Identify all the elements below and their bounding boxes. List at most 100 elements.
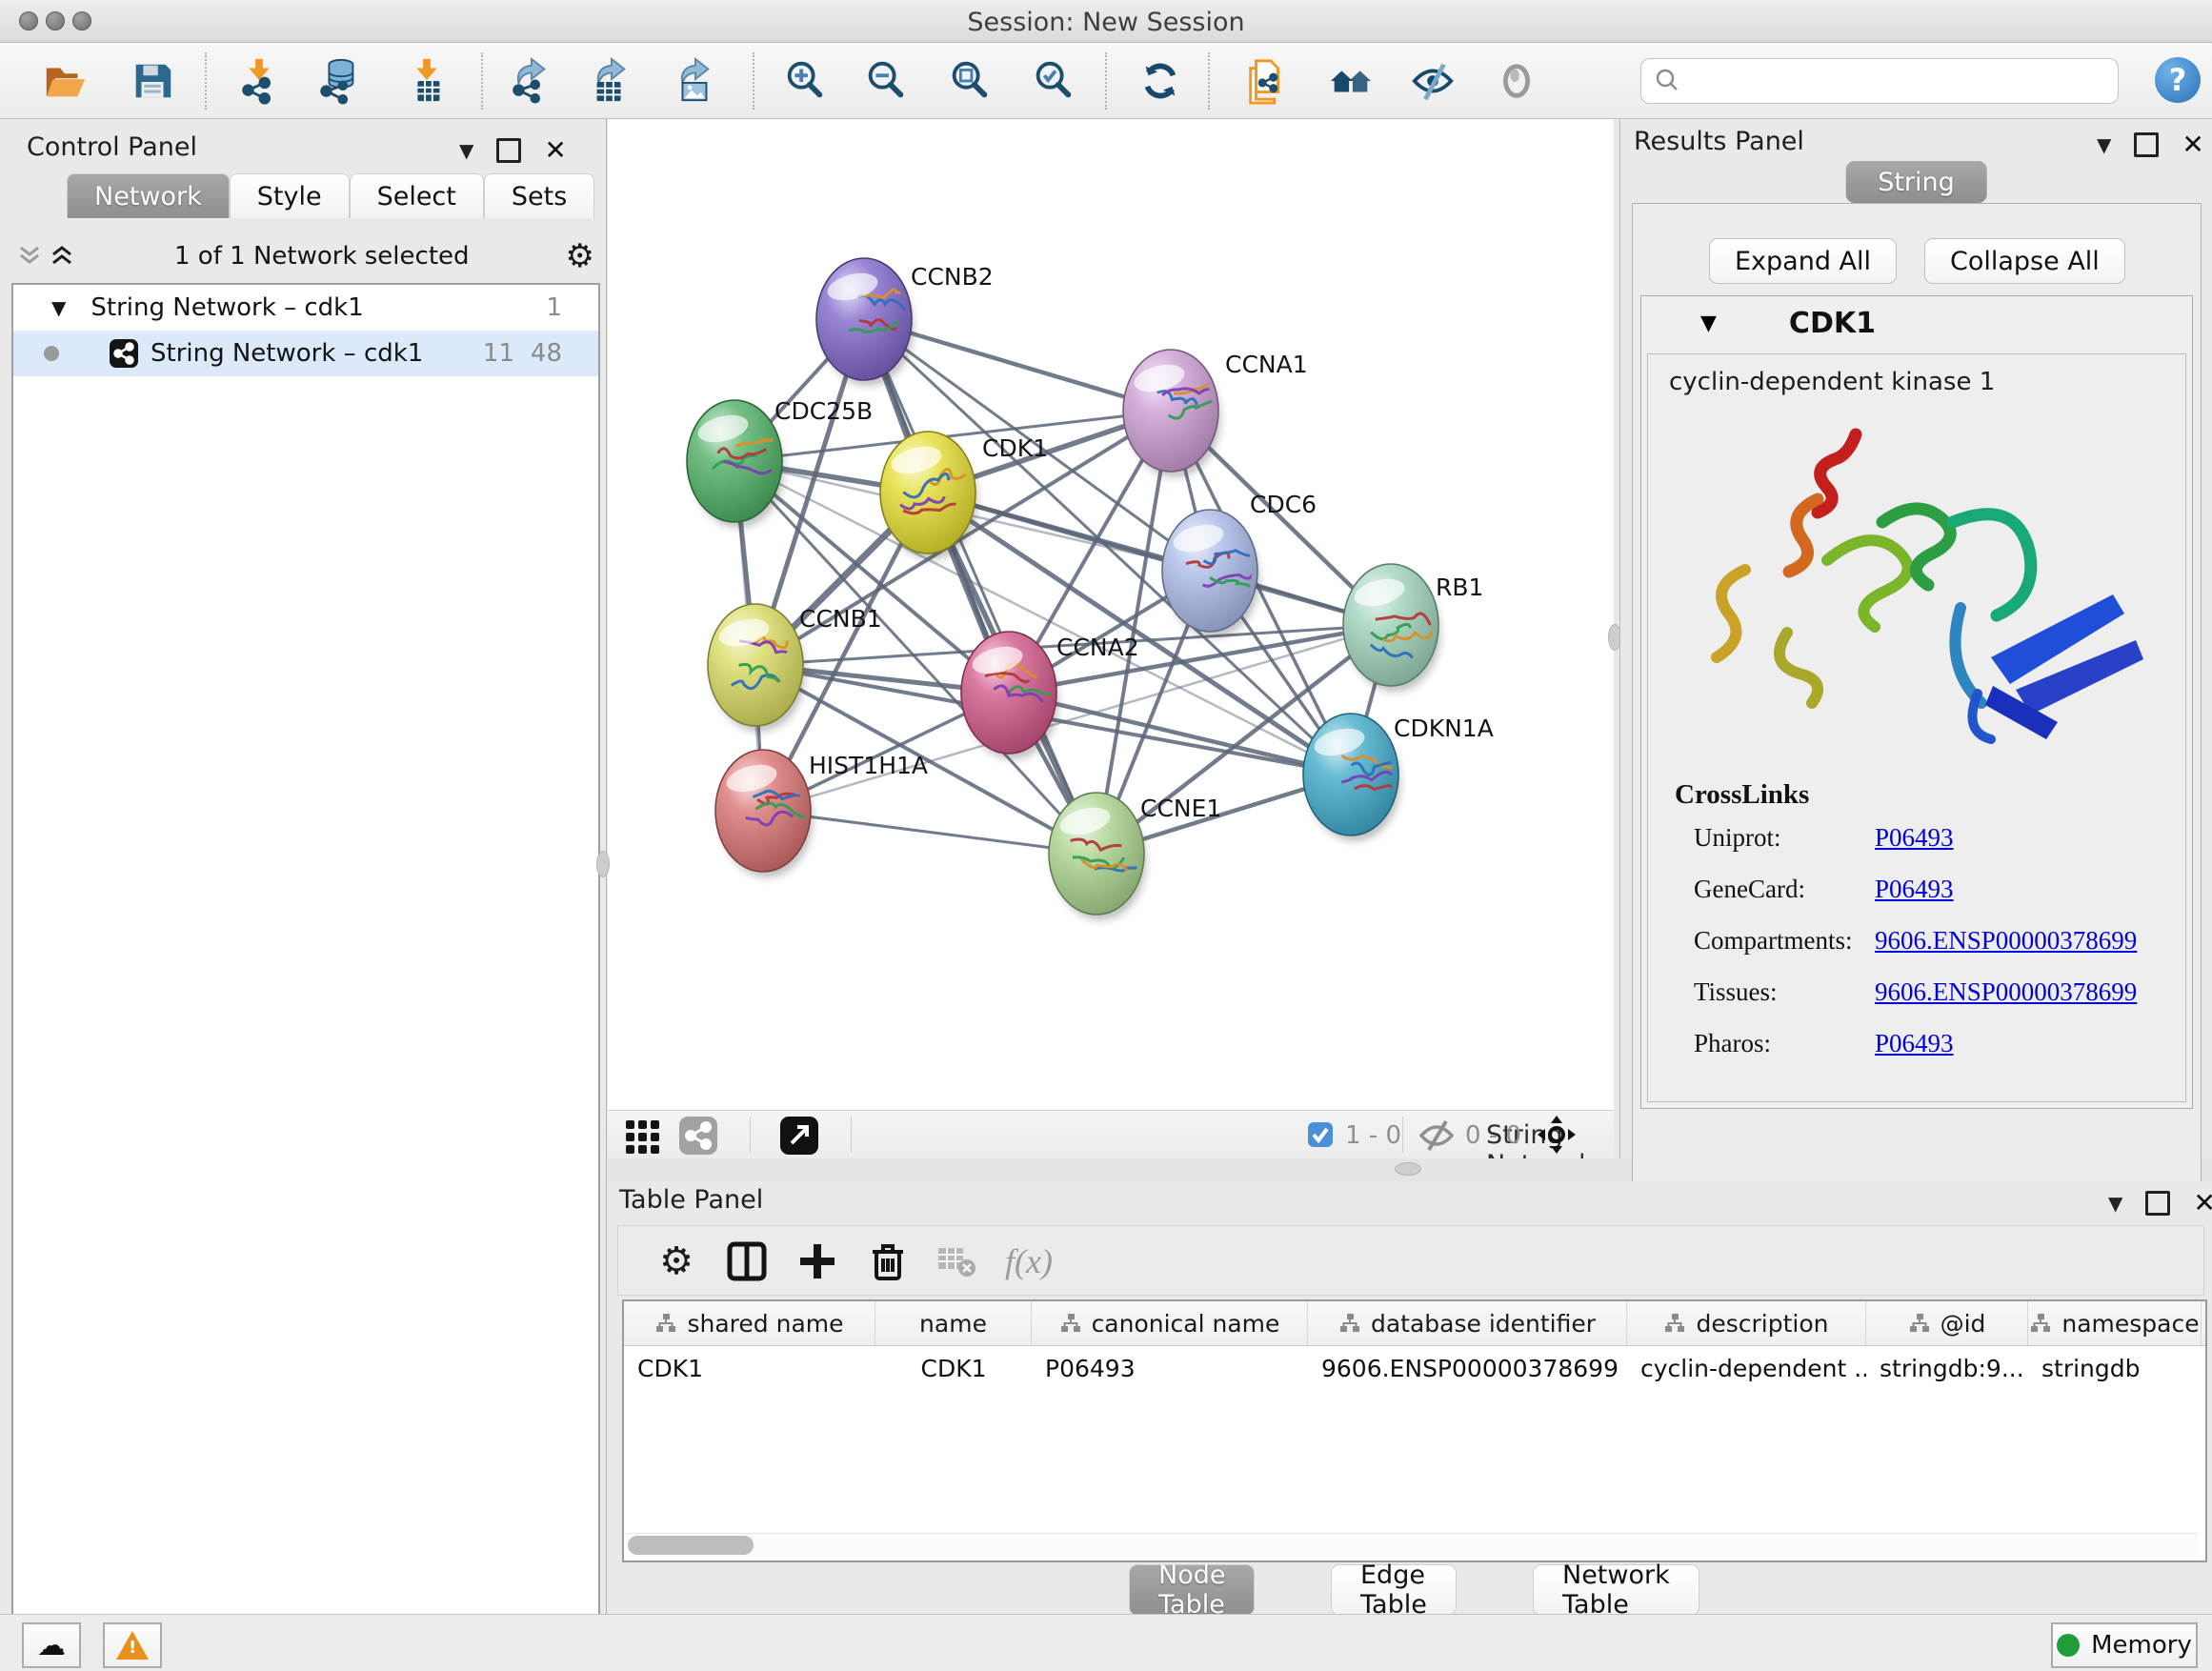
- graph-node-CCNA2[interactable]: [961, 632, 1059, 759]
- table-horizontal-scrollbar[interactable]: [626, 1533, 2198, 1557]
- show-all-icon[interactable]: [1492, 56, 1541, 106]
- network-collection-row[interactable]: ▼ String Network – cdk1 1: [13, 285, 598, 331]
- zoom-selected-icon[interactable]: [1029, 56, 1078, 106]
- panel-menu-icon[interactable]: ▼: [2108, 1192, 2122, 1215]
- float-panel-icon[interactable]: [496, 138, 521, 163]
- birds-eye-view-icon[interactable]: [624, 1117, 662, 1158]
- graph-node-HIST1H1A[interactable]: [715, 750, 813, 877]
- graph-node-CCNE1[interactable]: [1049, 793, 1146, 920]
- crosslink-link[interactable]: P06493: [1875, 823, 1954, 852]
- tab-node-table[interactable]: Node Table: [1129, 1564, 1255, 1616]
- help-icon[interactable]: ?: [2155, 57, 2201, 103]
- open-session-icon[interactable]: [40, 56, 90, 106]
- crosslink-link[interactable]: P06493: [1875, 1029, 1954, 1057]
- delete-column-icon[interactable]: [862, 1236, 914, 1287]
- graph-node-CDK1[interactable]: [880, 432, 977, 559]
- expand-all-icon[interactable]: [46, 242, 78, 271]
- zoom-out-icon[interactable]: [861, 56, 911, 106]
- import-network-icon[interactable]: [234, 56, 284, 106]
- network-options-gear-icon[interactable]: ⚙: [566, 237, 594, 275]
- graph-node-CCNA1[interactable]: [1123, 350, 1228, 477]
- network-overview-icon[interactable]: [678, 1116, 718, 1159]
- network-canvas[interactable]: CCNB2CCNA1CDC25BCDK1CDC6RB1CCNB1CCNA2CDK…: [608, 119, 1614, 1110]
- cloud-status-button[interactable]: ☁: [22, 1622, 81, 1668]
- first-neighbors-icon[interactable]: [1326, 56, 1376, 106]
- tab-network[interactable]: Network: [67, 173, 230, 218]
- column-header-id[interactable]: @id: [1866, 1301, 2028, 1345]
- column-header-canonicalname[interactable]: canonical name: [1032, 1301, 1308, 1345]
- horizontal-splitter-handle[interactable]: [1395, 1162, 1421, 1176]
- collapse-all-button[interactable]: Collapse All: [1924, 238, 2125, 284]
- table-cell[interactable]: P06493: [1032, 1346, 1308, 1390]
- scrollbar-thumb[interactable]: [628, 1536, 754, 1555]
- tab-style[interactable]: Style: [230, 173, 350, 218]
- refresh-icon[interactable]: [1136, 56, 1185, 106]
- function-builder-icon[interactable]: f(x): [1003, 1236, 1055, 1287]
- graph-node-CCNB1[interactable]: [708, 604, 805, 732]
- panel-menu-icon[interactable]: ▼: [459, 139, 473, 162]
- table-cell[interactable]: CDK1: [875, 1346, 1032, 1390]
- graph-node-RB1[interactable]: [1343, 564, 1440, 692]
- crosslink-link[interactable]: 9606.ENSP00000378699: [1875, 977, 2137, 1006]
- column-header-description[interactable]: description: [1627, 1301, 1866, 1345]
- open-in-new-window-icon[interactable]: [779, 1116, 819, 1159]
- close-panel-icon[interactable]: ✕: [2182, 129, 2203, 160]
- hide-selected-icon[interactable]: [1408, 56, 1458, 106]
- network-row[interactable]: String Network – cdk1 11 48: [13, 331, 598, 376]
- search-box[interactable]: [1640, 58, 2119, 104]
- table-row[interactable]: CDK1CDK1P064939606.ENSP00000378699cyclin…: [624, 1346, 2205, 1390]
- warnings-button[interactable]: !: [103, 1622, 162, 1668]
- crosslink-link[interactable]: 9606.ENSP00000378699: [1875, 926, 2137, 955]
- zoom-fit-icon[interactable]: [945, 56, 995, 106]
- tab-string[interactable]: String: [1845, 161, 1987, 203]
- graph-node-CDKN1A[interactable]: [1303, 714, 1408, 841]
- column-header-name[interactable]: name: [875, 1301, 1032, 1345]
- crosslink-link[interactable]: P06493: [1875, 875, 1954, 903]
- export-image-icon[interactable]: [669, 56, 718, 106]
- export-table-icon[interactable]: [585, 56, 634, 106]
- table-cell[interactable]: CDK1: [624, 1346, 875, 1390]
- vertical-splitter-handle[interactable]: [596, 851, 610, 877]
- search-input[interactable]: [1687, 67, 2118, 95]
- tab-edge-table[interactable]: Edge Table: [1331, 1564, 1457, 1616]
- hidden-eye-icon[interactable]: [1418, 1118, 1456, 1157]
- table-cell[interactable]: 9606.ENSP00000378699: [1308, 1346, 1627, 1390]
- network-graph[interactable]: CCNB2CCNA1CDC25BCDK1CDC6RB1CCNB1CCNA2CDK…: [608, 119, 1614, 1110]
- clone-network-icon[interactable]: [1242, 56, 1292, 106]
- save-session-icon[interactable]: [128, 56, 177, 106]
- float-panel-icon[interactable]: [2134, 132, 2159, 157]
- graph-node-CDC6[interactable]: [1162, 510, 1259, 637]
- tab-network-table[interactable]: Network Table: [1533, 1564, 1699, 1616]
- panel-menu-icon[interactable]: ▼: [2097, 133, 2111, 156]
- table-cell[interactable]: stringdb:9...: [1866, 1346, 2028, 1390]
- selected-checkbox-icon[interactable]: [1307, 1121, 1334, 1152]
- node-table[interactable]: shared namenamecanonical namedatabase id…: [622, 1299, 2207, 1562]
- memory-button[interactable]: Memory: [2051, 1622, 2198, 1668]
- table-settings-gear-icon[interactable]: ⚙: [651, 1236, 702, 1287]
- tab-select[interactable]: Select: [350, 173, 484, 218]
- float-panel-icon[interactable]: [2145, 1191, 2170, 1216]
- section-collapse-icon[interactable]: ▼: [1700, 312, 1717, 335]
- close-panel-icon[interactable]: ✕: [544, 134, 566, 166]
- close-panel-icon[interactable]: ✕: [2193, 1187, 2212, 1218]
- tab-sets[interactable]: Sets: [484, 173, 594, 218]
- import-database-icon[interactable]: [314, 56, 364, 106]
- table-cell[interactable]: cyclin-dependent ...: [1627, 1346, 1866, 1390]
- add-column-icon[interactable]: [792, 1236, 843, 1287]
- graph-node-CCNB2[interactable]: [816, 258, 914, 386]
- collection-expand-icon[interactable]: ▼: [51, 296, 66, 319]
- collapse-all-icon[interactable]: [13, 242, 46, 271]
- column-header-namespace[interactable]: namespace: [2028, 1301, 2202, 1345]
- show-columns-icon[interactable]: [721, 1236, 773, 1287]
- expand-all-button[interactable]: Expand All: [1709, 238, 1897, 284]
- delete-table-icon[interactable]: [931, 1236, 982, 1287]
- export-network-icon[interactable]: [505, 56, 554, 106]
- gene-section-header[interactable]: ▼ CDK1: [1641, 296, 2192, 350]
- graph-node-CDC25B[interactable]: [687, 400, 784, 528]
- import-table-icon[interactable]: [402, 56, 452, 106]
- zoom-in-icon[interactable]: [780, 56, 830, 106]
- column-header-sharedname[interactable]: shared name: [624, 1301, 875, 1345]
- column-header-databaseidentifier[interactable]: database identifier: [1308, 1301, 1627, 1345]
- table-cell[interactable]: stringdb: [2028, 1346, 2202, 1390]
- pan-crosshair-icon[interactable]: [1536, 1114, 1578, 1159]
